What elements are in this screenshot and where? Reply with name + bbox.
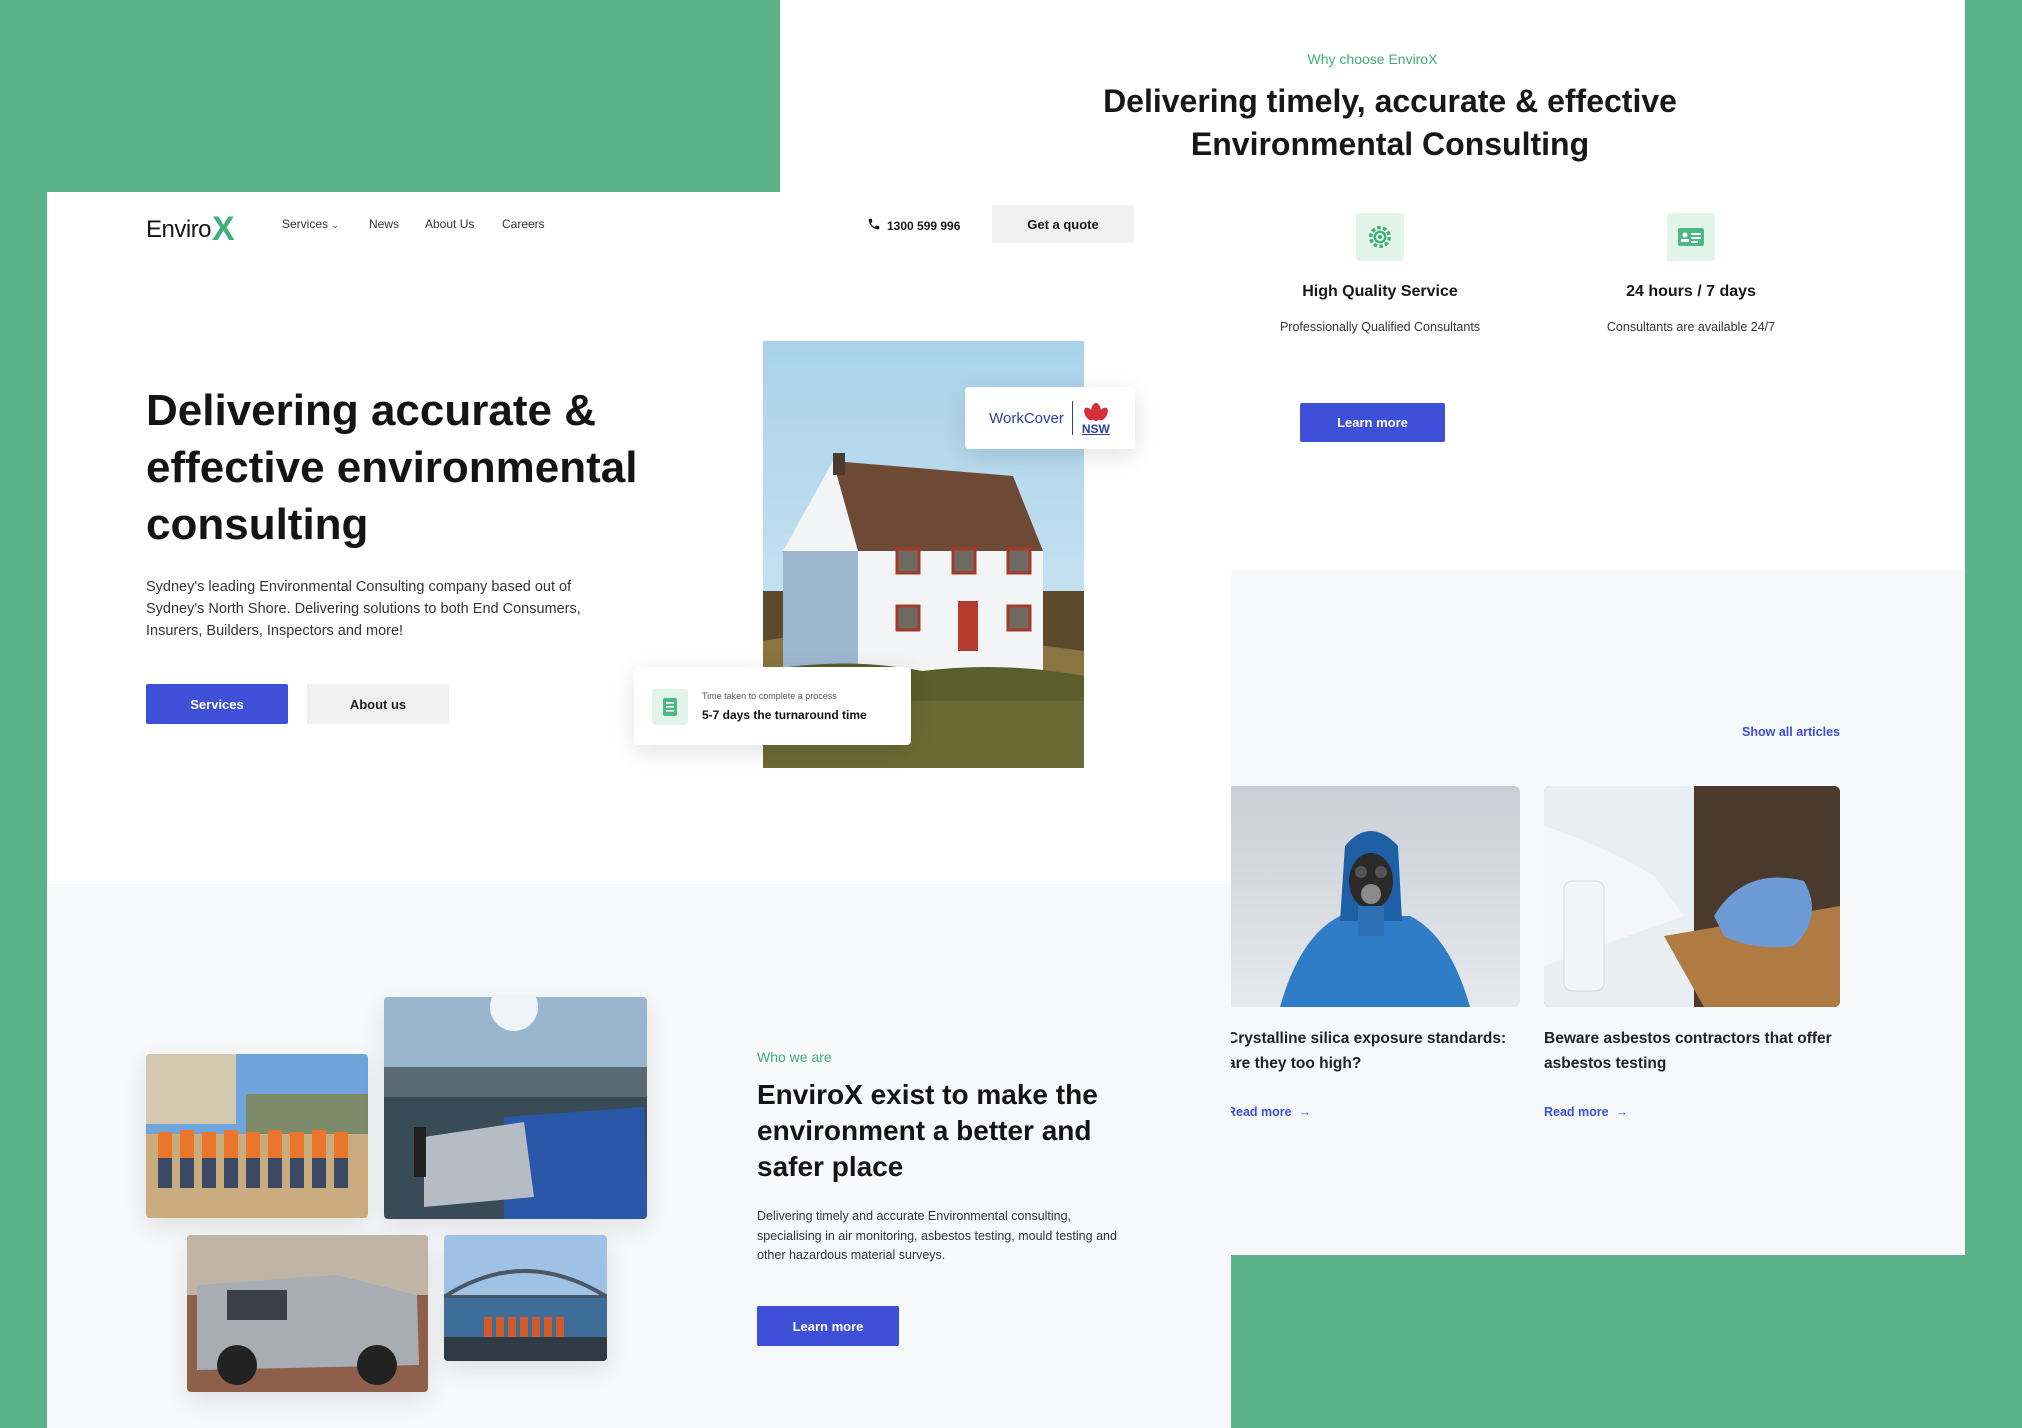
hero-description: Sydney's leading Environmental Consultin… [146,579,581,639]
team-photo-group [146,1054,368,1218]
logo-text: Enviro [146,215,212,243]
read-more-label: Read more [1227,1105,1292,1119]
learn-more-button[interactable]: Learn more [757,1306,899,1346]
article-image-cleaning[interactable] [1544,786,1840,1007]
phone-icon [867,217,881,234]
logo-x-mark: X [212,210,235,248]
who-we-are-eyebrow: Who we are [757,1049,832,1065]
feature-desc: Consultants are available 24/7 [1606,320,1776,334]
turnaround-label: Time taken to complete a process [702,691,837,701]
hero-title: Delivering accurate & effective environm… [146,386,638,549]
services-button[interactable]: Services [146,684,288,724]
article-image-hazmat[interactable] [1220,786,1520,1007]
get-quote-button[interactable]: Get a quote [992,205,1134,243]
who-we-are-title: EnviroX exist to make the environment a … [757,1079,1098,1182]
turnaround-card: Time taken to complete a process 5-7 day… [634,667,911,745]
team-photo-ute [187,1235,428,1392]
why-choose-eyebrow: Why choose EnviroX [1307,51,1438,67]
nsw-text: NSW [1081,422,1110,436]
read-more-link[interactable]: Read more → [1227,1105,1311,1119]
feature-desc: Professionally Qualified Consultants [1279,320,1481,334]
feature-title: 24 hours / 7 days [1626,283,1756,300]
show-all-articles-link[interactable]: Show all articles [1742,725,1840,739]
gear-icon [1356,213,1404,261]
nsw-waratah-logo: NSW [1081,400,1111,436]
learn-more-button[interactable]: Learn more [1300,403,1445,442]
badge-divider [1071,401,1073,435]
phone-number: 1300 599 996 [887,218,961,233]
feature-title: High Quality Service [1302,283,1458,300]
team-photo-vehicles [384,997,647,1219]
feature-quality: High Quality Service Professionally Qual… [1230,213,1530,334]
nav-services-label: Services [282,217,329,231]
phone-link[interactable]: 1300 599 996 [867,217,960,234]
feature-availability: 24 hours / 7 days Consultants are availa… [1541,213,1841,334]
nav-news[interactable]: News [369,217,399,231]
arrow-right-icon: → [1295,1105,1312,1119]
workcover-nsw-badge: WorkCover NSW [965,387,1135,449]
foreground-page-card: Enviro X Services ⌄ News About Us Career… [47,192,1231,1428]
article-title[interactable]: Beware asbestos contractors that offer a… [1544,1026,1844,1076]
document-icon [652,689,688,725]
chevron-down-icon: ⌄ [331,220,339,230]
arrow-right-icon: → [1612,1105,1629,1119]
envirox-logo[interactable]: Enviro X [146,210,235,249]
read-more-link[interactable]: Read more → [1544,1105,1628,1119]
about-us-button[interactable]: About us [307,684,449,724]
who-we-are-description: Delivering timely and accurate Environme… [757,1209,1117,1262]
nav-careers[interactable]: Careers [502,217,545,231]
turnaround-value: 5-7 days the turnaround time [702,708,867,722]
team-photo-harbour-bridge [444,1235,607,1361]
why-choose-title: Delivering timely, accurate & effective … [1103,83,1677,162]
article-title[interactable]: Crystalline silica exposure standards: a… [1227,1026,1527,1076]
read-more-label: Read more [1544,1105,1609,1119]
nav-about-us[interactable]: About Us [425,217,474,231]
id-card-icon [1667,213,1715,261]
nav-services[interactable]: Services ⌄ [282,217,339,231]
workcover-text: WorkCover [989,409,1064,427]
